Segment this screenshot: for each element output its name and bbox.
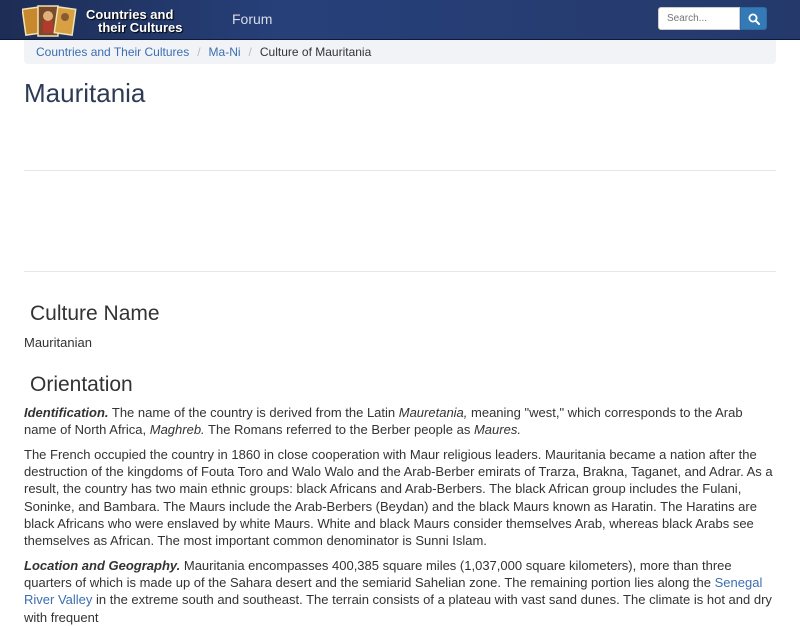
top-navbar: Countries and their Cultures Forum — [0, 0, 800, 40]
section-heading-orientation: Orientation — [30, 373, 133, 396]
paragraph-text: The Romans referred to the Berber people… — [204, 422, 474, 438]
breadcrumb: Countries and Their Cultures / Ma-Ni / Cultu… — [24, 40, 776, 64]
logo-text: Countries and their Cultures — [86, 8, 183, 34]
divider — [24, 271, 776, 272]
search-icon — [748, 13, 760, 25]
search-button[interactable] — [740, 7, 767, 30]
logo-image — [22, 5, 77, 37]
forum-link[interactable]: Forum — [232, 11, 272, 27]
breadcrumb-item-ma-ni[interactable]: Ma-Ni — [209, 45, 241, 59]
paragraph-italic: Maures. — [473, 422, 521, 438]
breadcrumb-current: Culture of Mauritania — [259, 45, 372, 59]
divider — [24, 170, 776, 171]
search-input[interactable] — [658, 7, 740, 30]
location-paragraph: Location and Geography. Mauritania encom… — [24, 557, 776, 626]
identification-label: Identification. — [24, 405, 109, 420]
breadcrumb-item-countries[interactable]: Countries and Their Cultures — [36, 45, 189, 59]
logo-line-2: their Cultures — [98, 20, 183, 35]
breadcrumb-separator: / — [248, 45, 252, 59]
paragraph-italic: Maghreb. — [149, 422, 205, 438]
page-title: Mauritania — [24, 78, 146, 108]
french-occupation-paragraph: The French occupied the country in 1860 … — [24, 447, 773, 549]
breadcrumb-separator: / — [197, 45, 201, 59]
site-logo[interactable]: Countries and their Cultures — [22, 4, 212, 38]
location-label: Location and Geography. — [24, 558, 181, 573]
paragraph-italic: Mauretania, — [398, 405, 468, 420]
paragraph-text: The name of the country is derived from … — [108, 405, 399, 420]
identification-paragraph: Identification. The name of the country … — [24, 404, 776, 438]
culture-name-text: Mauritanian — [24, 335, 92, 350]
section-heading-culture-name: Culture Name — [30, 302, 160, 325]
paragraph-text: in the extreme south and southeast. The … — [24, 592, 772, 625]
